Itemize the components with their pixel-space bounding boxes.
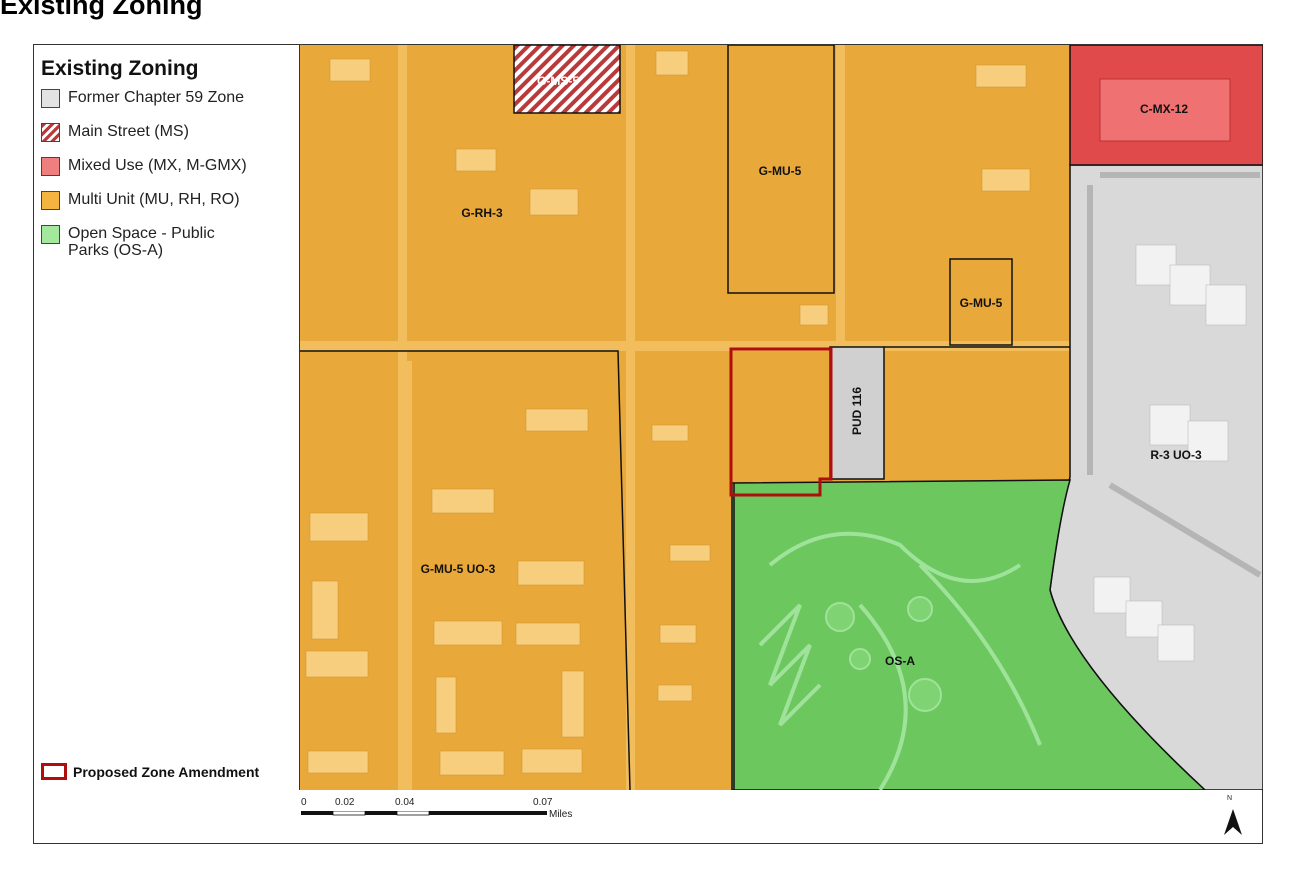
scale-unit: Miles: [549, 809, 573, 820]
zone-label-os-a: OS-A: [885, 654, 915, 668]
legend: Existing Zoning Former Chapter 59 Zone M…: [34, 45, 299, 845]
zone-label-g-mu-5-uo3: G-MU-5 UO-3: [421, 562, 496, 576]
legend-item-mixed-use: Mixed Use (MX, M-GMX): [41, 157, 278, 176]
zone-label-g-mu-5-east: G-MU-5: [960, 296, 1003, 310]
legend-title: Existing Zoning: [41, 57, 199, 80]
north-arrow-icon: [1224, 809, 1242, 835]
legend-label: Former Chapter 59 Zone: [68, 89, 245, 106]
north-label: N: [1227, 795, 1233, 802]
north-arrow: N: [1218, 795, 1248, 837]
legend-item-main-street: Main Street (MS): [41, 123, 278, 142]
legend-label: Multi Unit (MU, RH, RO): [68, 191, 240, 208]
legend-item-proposed-amendment: Proposed Zone Amendment: [41, 763, 259, 780]
zone-label-c-mx-12: C-MX-12: [1140, 102, 1188, 116]
legend-swatch-open-space: [41, 225, 60, 244]
zone-label-g-rh-3: G-RH-3: [461, 206, 503, 220]
legend-item-open-space: Open Space - Public Parks (OS-A): [41, 225, 253, 259]
legend-label: Main Street (MS): [68, 123, 189, 140]
page-title: Existing Zoning: [0, 0, 203, 20]
zone-label-pud-116: PUD 116: [850, 387, 864, 435]
legend-swatch-proposed-amendment: [41, 763, 67, 780]
zone-label-g-ms-5: G-MS-5: [537, 74, 579, 88]
legend-swatch-mixed-use: [41, 157, 60, 176]
legend-swatch-main-street: [41, 123, 60, 142]
zone-label-g-mu-5-north: G-MU-5: [759, 164, 802, 178]
legend-label: Proposed Zone Amendment: [73, 763, 260, 780]
legend-label: Open Space - Public Parks (OS-A): [68, 225, 215, 259]
scale-tick-1: 0.02: [335, 797, 355, 808]
legend-item-former-chapter-59: Former Chapter 59 Zone: [41, 89, 278, 108]
scale-tick-3: 0.07: [533, 797, 553, 808]
zone-label-r3-uo3: R-3 UO-3: [1150, 448, 1202, 462]
legend-label: Mixed Use (MX, M-GMX): [68, 157, 247, 174]
scale-bar: 0 0.02 0.04 0.07 Miles: [301, 797, 601, 837]
legend-swatch-multi-unit: [41, 191, 60, 210]
legend-swatch-former-chapter-59: [41, 89, 60, 108]
scale-tick-0: 0: [301, 797, 307, 808]
scale-tick-2: 0.04: [395, 797, 415, 808]
map-frame: Existing Zoning Former Chapter 59 Zone M…: [33, 44, 1263, 844]
legend-item-multi-unit: Multi Unit (MU, RH, RO): [41, 191, 278, 210]
zoning-map[interactable]: G-MS-5 C-MX-12 G-MU-5 G-RH-3 G-MU-5 PUD …: [299, 45, 1263, 790]
